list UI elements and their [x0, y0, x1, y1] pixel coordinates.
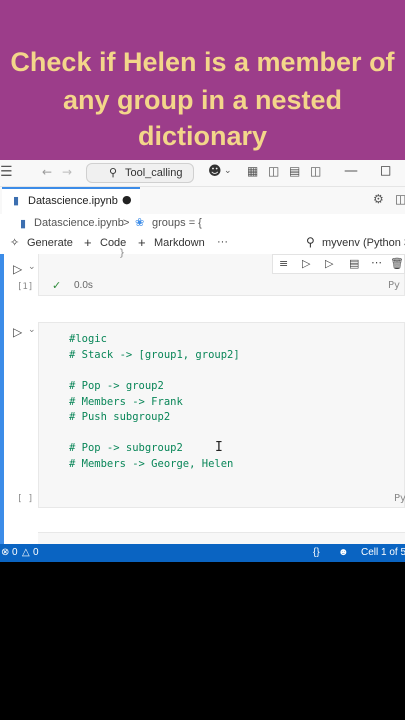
generate-button[interactable]: Generate [27, 237, 73, 249]
code-line: # Members -> Frank [69, 396, 183, 408]
chevron-down-icon[interactable]: ⌄ [28, 325, 36, 335]
cell-position[interactable]: Cell 1 of 5 [361, 544, 405, 562]
breadcrumb-symbol[interactable]: groups = { [152, 217, 202, 229]
execution-time: 0.0s [74, 280, 93, 291]
variable-icon: ❀ [135, 217, 145, 229]
vscode-window: ☰ ← → ⚲ Tool_calling ☻ ⌄ ▦ ◫ ▤ ◫ — □ ▮ D… [0, 160, 405, 562]
kernel-icon: ⚲ [306, 235, 315, 249]
tab-datascience[interactable]: ▮ Datascience.ipynb ● [2, 187, 140, 214]
code-line: # Members -> George, Helen [69, 458, 234, 470]
status-bar: ⊗ 0 △ 0 {} ☻ Cell 1 of 5 [0, 544, 405, 562]
success-check-icon: ✓ [52, 279, 62, 292]
breadcrumb: ▮ Datascience.ipynb > ❀ groups = { [0, 214, 405, 234]
code-line: #logic [69, 333, 107, 345]
notebook-editor: ▷ ⌄ [1] } ✓ 0.0s Py ≡ ▷ ▷ ▤ ⋯ 🗑 ▷ ⌄ [] … [0, 248, 405, 545]
tab-label: Datascience.ipynb [28, 195, 118, 207]
notebook-file-icon: ▮ [13, 194, 20, 207]
breadcrumb-separator: > [123, 217, 130, 229]
search-text: Tool_calling [125, 167, 183, 179]
cell-toolbar: ≡ ▷ ▷ ▤ ⋯ 🗑 [272, 254, 405, 274]
code-line: # Push subgroup2 [69, 411, 171, 423]
maximize-icon[interactable]: □ [380, 163, 391, 177]
execution-count: [ ] [17, 494, 34, 504]
more-actions-button[interactable]: ··· [217, 236, 228, 248]
video-title-banner: Check if Helen is a member of any group … [0, 0, 405, 160]
execute-above-icon[interactable]: ▷ [302, 257, 310, 270]
cell-2-body[interactable]: #logic # Stack -> [group1, group2] # Pop… [38, 322, 405, 508]
customize-layout-icon[interactable]: ▦ [247, 164, 258, 178]
unsaved-dot-icon[interactable]: ● [122, 193, 132, 206]
text-cursor-icon: I [215, 440, 223, 455]
toggle-panel-icon[interactable]: ▤ [289, 164, 300, 178]
plus-icon: + [138, 235, 146, 250]
copilot-status-icon[interactable]: ☻ [338, 544, 349, 562]
title-line-1: Check if Helen is a member of [10, 47, 395, 77]
split-editor-icon[interactable]: ◫ [395, 192, 405, 206]
notebook-toolbar: ✧ Generate + Code + Markdown ··· ⚲ myven… [0, 234, 405, 254]
chevron-down-icon[interactable]: ⌄ [224, 166, 232, 176]
code-line: # Pop -> subgroup2 [69, 442, 183, 454]
split-cell-icon[interactable]: ▤ [349, 257, 359, 270]
command-center-search[interactable]: ⚲ Tool_calling [86, 163, 194, 183]
sparkle-icon: ✧ [10, 237, 20, 249]
forward-arrow-icon[interactable]: → [62, 165, 72, 179]
title-line-2: any group in a nested [62, 85, 343, 115]
delete-cell-icon[interactable]: 🗑 [390, 257, 404, 270]
toggle-sidebar-icon[interactable]: ◫ [268, 164, 279, 178]
run-cell-icon[interactable]: ▷ [13, 262, 22, 276]
cell-language[interactable]: Py [394, 493, 405, 504]
title-line-3: dictionary [137, 121, 268, 151]
copilot-icon[interactable]: ☻ [208, 164, 222, 179]
back-arrow-icon[interactable]: ← [42, 165, 52, 179]
braces-indicator[interactable]: {} [313, 544, 320, 562]
minimize-icon[interactable]: — [344, 163, 358, 179]
code-tail: } [119, 248, 126, 259]
add-markdown-button[interactable]: Markdown [154, 237, 205, 249]
run-cell-icon[interactable]: ▷ [13, 325, 22, 339]
execution-count: [1] [17, 282, 34, 292]
execute-below-icon[interactable]: ▷ [325, 257, 333, 270]
search-icon: ⚲ [109, 167, 118, 179]
warning-icon[interactable]: △ [22, 544, 30, 562]
breadcrumb-file[interactable]: Datascience.ipynb [34, 217, 124, 229]
focused-cell-indicator [0, 254, 4, 544]
editor-tab-bar: ▮ Datascience.ipynb ● ⚙ ◫ [0, 187, 405, 214]
kernel-picker[interactable]: myvenv (Python 3 [322, 237, 405, 249]
run-by-line-icon[interactable]: ≡ [279, 257, 288, 270]
notebook-file-icon: ▮ [20, 218, 27, 230]
code-line: # Stack -> [group1, group2] [69, 349, 240, 361]
cell-language[interactable]: Py [388, 280, 400, 291]
code-line: # Pop -> group2 [69, 380, 164, 392]
gear-icon[interactable]: ⚙ [373, 192, 384, 206]
menu-icon[interactable]: ☰ [0, 164, 13, 180]
more-icon[interactable]: ⋯ [371, 256, 382, 269]
title-bar: ☰ ← → ⚲ Tool_calling ☻ ⌄ ▦ ◫ ▤ ◫ — □ [0, 160, 405, 187]
toggle-secondary-sidebar-icon[interactable]: ◫ [310, 164, 321, 178]
chevron-down-icon[interactable]: ⌄ [28, 262, 36, 272]
error-count[interactable]: 0 [12, 544, 18, 562]
plus-icon: + [84, 235, 92, 250]
warning-count[interactable]: 0 [33, 544, 39, 562]
error-icon[interactable]: ⊗ [1, 544, 9, 562]
